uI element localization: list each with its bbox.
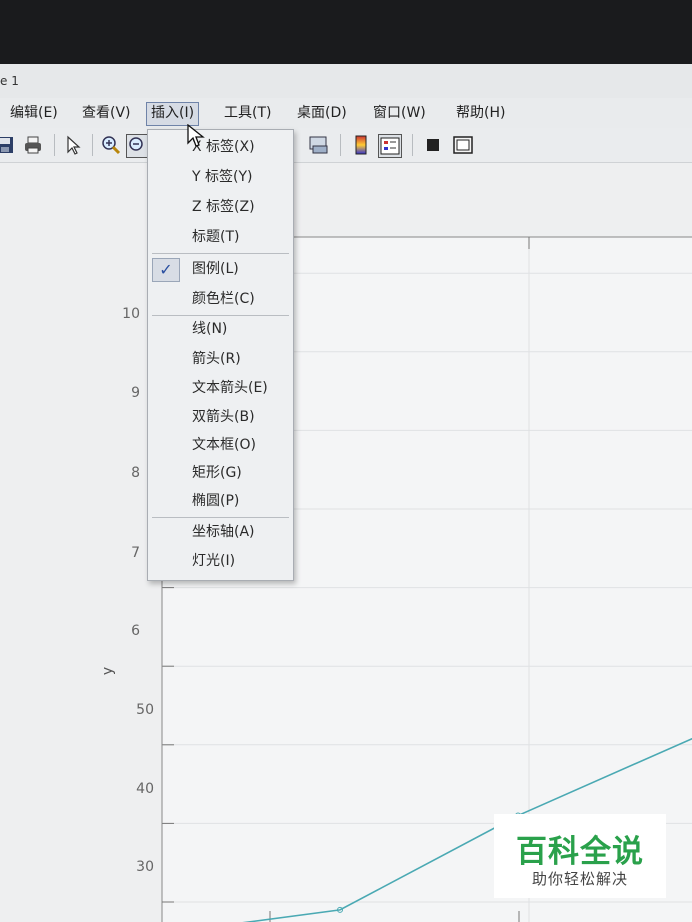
- menu-desktop[interactable]: 桌面(D): [293, 102, 351, 124]
- menu-item-title[interactable]: 标题(T): [148, 224, 293, 250]
- y-tick-label: 7: [131, 545, 140, 561]
- watermark-title: 百科全说: [516, 834, 644, 870]
- menu-view[interactable]: 查看(V): [78, 102, 135, 124]
- link-icon[interactable]: [308, 134, 330, 156]
- menu-item-line[interactable]: 线(N): [148, 316, 293, 342]
- menu-item-double-arrow[interactable]: 双箭头(B): [148, 404, 293, 430]
- insert-menu-dropdown: X 标签(X) Y 标签(Y) Z 标签(Z) 标题(T) ✓ 图例(L) 颜色…: [147, 129, 294, 581]
- zoom-in-icon[interactable]: [100, 134, 122, 156]
- pointer-icon[interactable]: [62, 134, 84, 156]
- title-bar: e 1: [0, 64, 692, 98]
- legend-icon[interactable]: [378, 134, 402, 158]
- y-tick-label: 9: [131, 385, 140, 401]
- menu-bar: 编辑(E) 查看(V) 插入(I) 工具(T) 桌面(D) 窗口(W) 帮助(H…: [0, 98, 692, 129]
- toolbar-separator: [340, 134, 341, 156]
- menu-item-legend[interactable]: ✓ 图例(L): [148, 256, 293, 282]
- toolbar-separator: [412, 134, 413, 156]
- y-tick-label: 8: [131, 465, 140, 481]
- y-tick-label: 40: [136, 781, 154, 797]
- watermark-subtitle: 助你轻松解决: [531, 870, 628, 888]
- menu-window[interactable]: 窗口(W): [369, 102, 430, 124]
- menu-item-light[interactable]: 灯光(I): [148, 548, 293, 574]
- menu-item-colorbar[interactable]: 颜色栏(C): [148, 286, 293, 312]
- check-icon: ✓: [152, 258, 180, 282]
- menu-item-textbox[interactable]: 文本框(O): [148, 432, 293, 458]
- menu-item-rectangle[interactable]: 矩形(G): [148, 460, 293, 486]
- watermark-logo: 百科全说 助你轻松解决: [494, 814, 666, 898]
- plot-area: [161, 236, 692, 922]
- figure-window: e 1 编辑(E) 查看(V) 插入(I) 工具(T) 桌面(D) 窗口(W) …: [0, 64, 692, 922]
- menu-item-zlabel[interactable]: Z 标签(Z): [148, 194, 293, 220]
- y-tick-label: 50: [136, 702, 154, 718]
- menu-item-axes[interactable]: 坐标轴(A): [148, 519, 293, 545]
- y-tick-label: 30: [136, 859, 154, 875]
- menu-tools[interactable]: 工具(T): [220, 102, 275, 124]
- hide-icon[interactable]: [422, 134, 444, 156]
- menu-item-xlabel[interactable]: X 标签(X): [148, 134, 293, 160]
- menu-separator: [152, 253, 289, 254]
- y-tick-label: 10: [122, 306, 140, 322]
- menu-item-arrow[interactable]: 箭头(R): [148, 346, 293, 372]
- save-icon[interactable]: [0, 134, 16, 156]
- figure-toolbar: [0, 128, 692, 163]
- monitor-bezel: [0, 0, 692, 64]
- menu-edit[interactable]: 编辑(E): [6, 102, 62, 124]
- menu-item-ellipse[interactable]: 椭圆(P): [148, 488, 293, 514]
- window-title: e 1: [0, 74, 19, 88]
- mouse-cursor-icon: [187, 124, 205, 147]
- y-tick-label: 6: [131, 623, 140, 639]
- y-axis-label: y: [100, 666, 117, 676]
- colorbar-icon[interactable]: [350, 134, 372, 156]
- print-icon[interactable]: [22, 134, 44, 156]
- menu-help[interactable]: 帮助(H): [452, 102, 509, 124]
- menu-item-text-arrow[interactable]: 文本箭头(E): [148, 375, 293, 401]
- menu-item-ylabel[interactable]: Y 标签(Y): [148, 164, 293, 190]
- show-icon[interactable]: [452, 134, 474, 156]
- figure-canvas: y 10 9 8 7 6 50 40 30 20: [0, 163, 692, 922]
- toolbar-separator: [92, 134, 93, 156]
- menu-insert[interactable]: 插入(I): [146, 102, 200, 126]
- toolbar-separator: [54, 134, 55, 156]
- menu-separator: [152, 517, 289, 518]
